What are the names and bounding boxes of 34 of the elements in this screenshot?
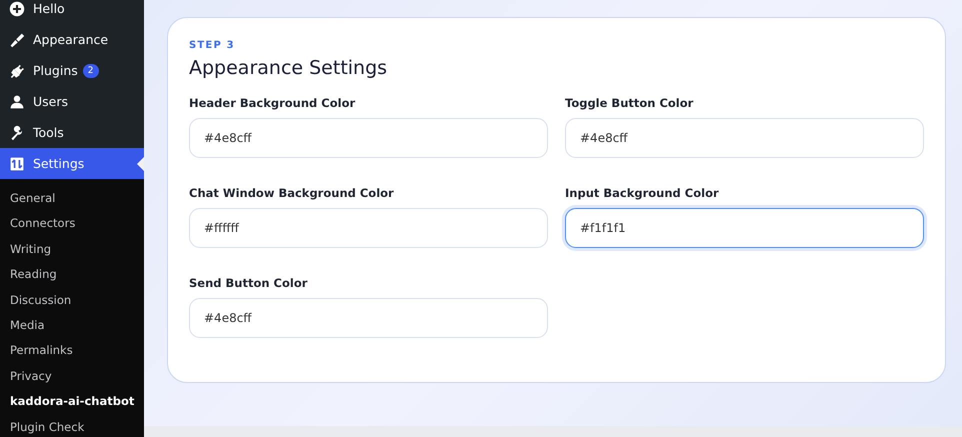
submenu-item[interactable]: Media: [0, 312, 144, 338]
wrench-icon: [9, 124, 25, 140]
color-input-field[interactable]: #4e8cff: [565, 118, 924, 158]
settings-icon: [9, 156, 25, 172]
submenu-item[interactable]: Permalinks: [0, 338, 144, 364]
submenu-item[interactable]: Discussion: [0, 288, 144, 313]
brush-icon: [9, 32, 25, 48]
submenu-item[interactable]: Connectors: [0, 211, 144, 237]
field-label: Header Background Color: [189, 96, 356, 110]
menu-item[interactable]: Tools: [0, 117, 144, 148]
submenu-item[interactable]: Privacy: [0, 364, 144, 390]
menu-item[interactable]: Hello: [0, 0, 144, 24]
menu-item[interactable]: Users: [0, 86, 144, 117]
menu-item[interactable]: Appearance: [0, 24, 144, 55]
step-label: STEP 3: [189, 40, 236, 51]
submenu-item[interactable]: Reading: [0, 262, 144, 288]
plug-icon: [9, 62, 25, 78]
menu-item[interactable]: Plugins 2: [0, 55, 144, 86]
submenu-item[interactable]: kaddora-ai-chatbot: [0, 389, 144, 415]
count-badge: 2: [82, 64, 99, 78]
user-icon: [9, 94, 25, 110]
menu-item[interactable]: Settings: [0, 148, 144, 179]
color-input-field[interactable]: #4e8cff: [189, 118, 548, 158]
color-input-field[interactable]: #f1f1f1: [565, 208, 924, 248]
submenu-item[interactable]: Plugin Check: [0, 414, 144, 437]
color-input-field[interactable]: #4e8cff: [189, 298, 548, 338]
field-label: Input Background Color: [565, 186, 720, 200]
submenu-item[interactable]: Writing: [0, 236, 144, 262]
section-title: Appearance Settings: [189, 57, 388, 79]
color-input-field[interactable]: #ffffff: [189, 208, 548, 248]
field-label: Toggle Button Color: [565, 96, 694, 110]
field-label: Chat Window Background Color: [189, 186, 395, 200]
submenu-item[interactable]: General: [0, 186, 144, 212]
field-label: Send Button Color: [189, 276, 308, 290]
